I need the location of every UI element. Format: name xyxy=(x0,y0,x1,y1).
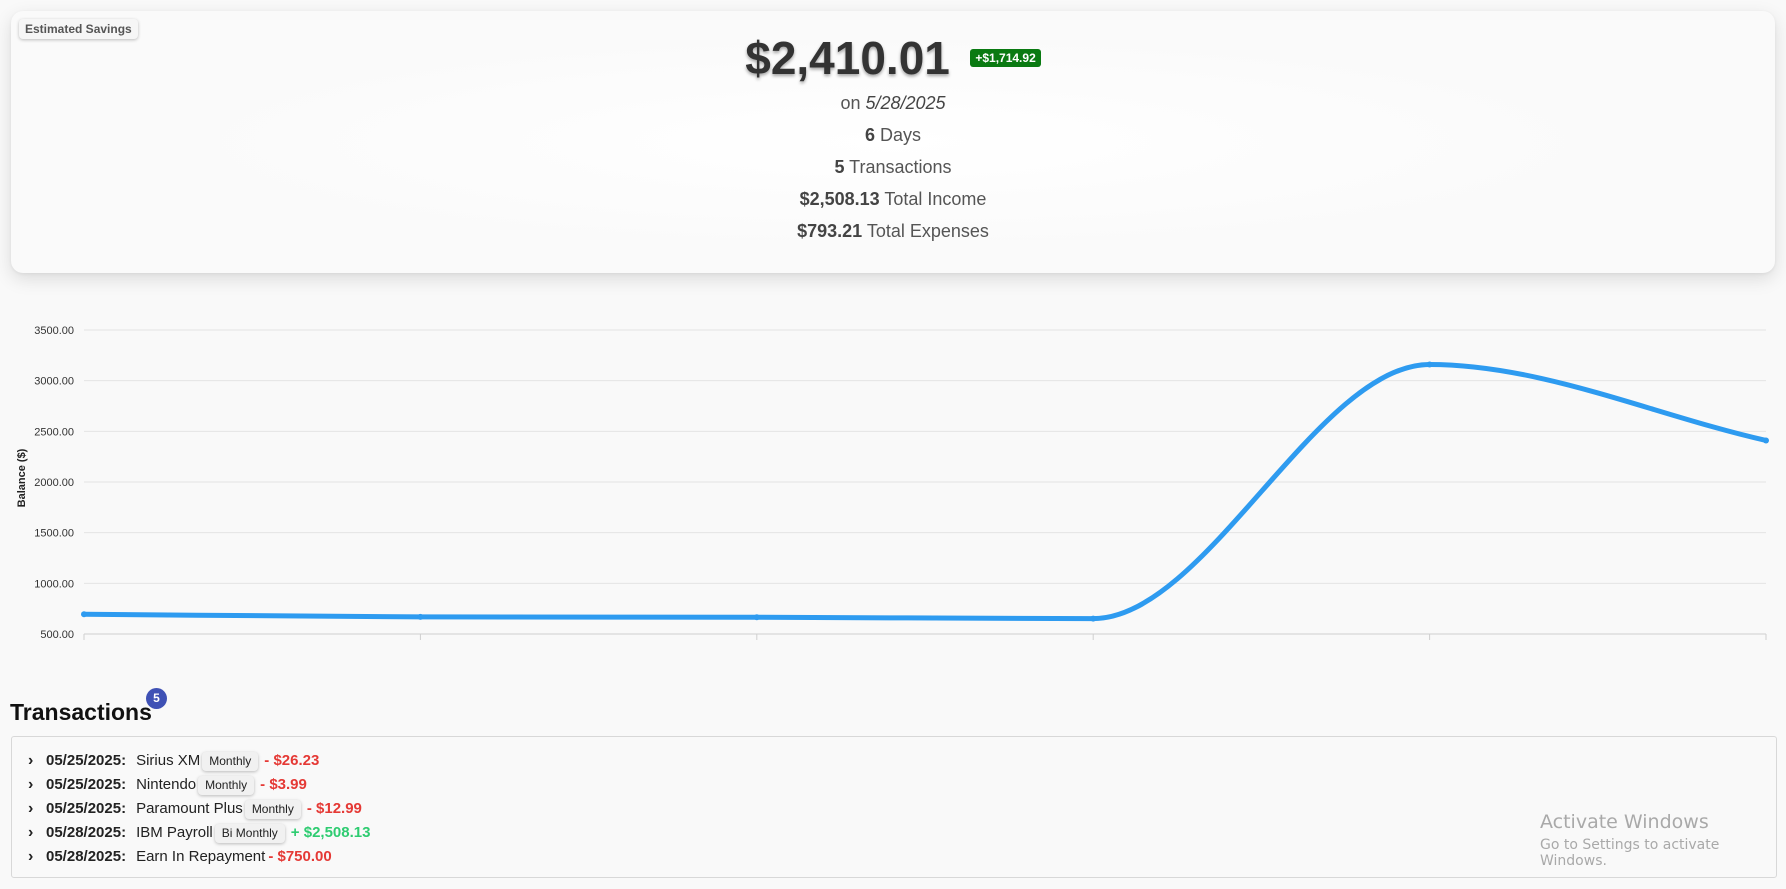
expand-chevron-icon[interactable]: › xyxy=(28,797,42,821)
balance-point[interactable] xyxy=(753,614,760,621)
frequency-chip: Monthly xyxy=(202,751,259,771)
frequency-chip: Bi Monthly xyxy=(214,823,285,843)
transaction-amount: - $26.23 xyxy=(264,752,320,769)
estimated-balance: $2,410.01 xyxy=(745,32,950,84)
balance-point[interactable] xyxy=(1090,615,1097,622)
y-tick-label: 2000.00 xyxy=(34,477,74,489)
balance-point[interactable] xyxy=(1763,437,1769,444)
watermark-title: Activate Windows xyxy=(1540,811,1709,833)
expand-chevron-icon[interactable]: › xyxy=(28,821,42,845)
date-line: on 5/28/2025 xyxy=(11,93,1775,114)
transaction-name: Nintendo xyxy=(136,776,197,793)
balance-point[interactable] xyxy=(81,611,87,618)
transaction-row[interactable]: › 05/25/2025: Paramount Plus Monthly - $12.9… xyxy=(28,797,370,821)
transaction-name: Paramount Plus xyxy=(136,800,243,817)
transaction-name: IBM Payroll xyxy=(136,824,213,841)
balance-line xyxy=(81,361,1769,622)
y-tick-label: 1500.00 xyxy=(34,528,74,540)
balance-point[interactable] xyxy=(1426,361,1433,368)
y-tick-label: 3500.00 xyxy=(34,325,74,337)
summary-card: Estimated Savings $2,410.01 +$1,714.92 o… xyxy=(11,11,1775,273)
transactions-count-badge: 5 xyxy=(146,688,167,709)
frequency-chip: Monthly xyxy=(198,775,255,795)
transactions-label: Transactions xyxy=(849,157,952,177)
transactions-line: 5 Transactions xyxy=(11,157,1775,178)
expand-chevron-icon[interactable]: › xyxy=(28,749,42,773)
activate-windows-watermark: Activate Windows Go to Settings to activ… xyxy=(1540,811,1786,869)
transactions-panel: › 05/25/2025: Sirius XM Monthly - $26.23 › 05/… xyxy=(11,736,1777,878)
y-axis-label: Balance ($) xyxy=(16,448,28,507)
income-line: $2,508.13 Total Income xyxy=(11,189,1775,210)
transaction-amount: - $12.99 xyxy=(306,800,362,817)
days-label: Days xyxy=(880,125,922,145)
transaction-date: 05/28/2025: xyxy=(46,824,127,841)
expenses-label: Total Expenses xyxy=(866,221,989,241)
balance-chart: 3500.00 3000.00 2500.00 2000.00 1500.00 1000.… xyxy=(0,310,1786,650)
balance-point[interactable] xyxy=(417,613,424,620)
transaction-row[interactable]: › 05/28/2025: IBM Payroll Bi Monthly + $2,50… xyxy=(28,821,370,845)
transaction-amount: - $3.99 xyxy=(260,776,307,793)
target-date: 5/28/2025 xyxy=(865,93,946,113)
transactions-value: 5 xyxy=(834,157,845,177)
y-tick-label: 1000.00 xyxy=(34,578,74,590)
transaction-date: 05/25/2025: xyxy=(46,800,127,817)
y-tick-label: 500.00 xyxy=(40,629,74,641)
transaction-row[interactable]: › 05/25/2025: Sirius XM Monthly - $26.23 xyxy=(28,749,370,773)
balance-chart-svg: 3500.00 3000.00 2500.00 2000.00 1500.00 1000.… xyxy=(16,325,1769,641)
income-value: $2,508.13 xyxy=(799,189,880,209)
frequency-chip: Monthly xyxy=(244,799,301,819)
transaction-row[interactable]: › 05/28/2025: Earn In Repayment - $750.00 xyxy=(28,845,370,869)
expand-chevron-icon[interactable]: › xyxy=(28,845,42,869)
expand-chevron-icon[interactable]: › xyxy=(28,773,42,797)
expenses-value: $793.21 xyxy=(797,221,863,241)
transactions-heading: Transactions xyxy=(10,699,152,725)
transaction-row[interactable]: › 05/25/2025: Nintendo Monthly - $3.99 xyxy=(28,773,370,797)
on-prefix: on xyxy=(840,93,861,113)
days-line: 6 Days xyxy=(11,125,1775,146)
transaction-name: Earn In Repayment xyxy=(136,848,266,865)
income-label: Total Income xyxy=(884,189,987,209)
expenses-line: $793.21 Total Expenses xyxy=(11,221,1775,242)
transactions-list: › 05/25/2025: Sirius XM Monthly - $26.23 › 05/… xyxy=(28,749,370,869)
transaction-date: 05/25/2025: xyxy=(46,752,127,769)
transaction-date: 05/28/2025: xyxy=(46,848,127,865)
balance-row: $2,410.01 +$1,714.92 xyxy=(11,31,1775,95)
transaction-amount: + $2,508.13 xyxy=(290,824,371,841)
balance-change-badge: +$1,714.92 xyxy=(970,49,1041,67)
y-tick-label: 2500.00 xyxy=(34,426,74,438)
watermark-subtitle: Go to Settings to activate Windows. xyxy=(1540,837,1720,869)
transaction-date: 05/25/2025: xyxy=(46,776,127,793)
y-tick-label: 3000.00 xyxy=(34,376,74,388)
transaction-amount: - $750.00 xyxy=(268,848,332,865)
transaction-name: Sirius XM xyxy=(136,752,201,769)
days-value: 6 xyxy=(864,125,875,145)
